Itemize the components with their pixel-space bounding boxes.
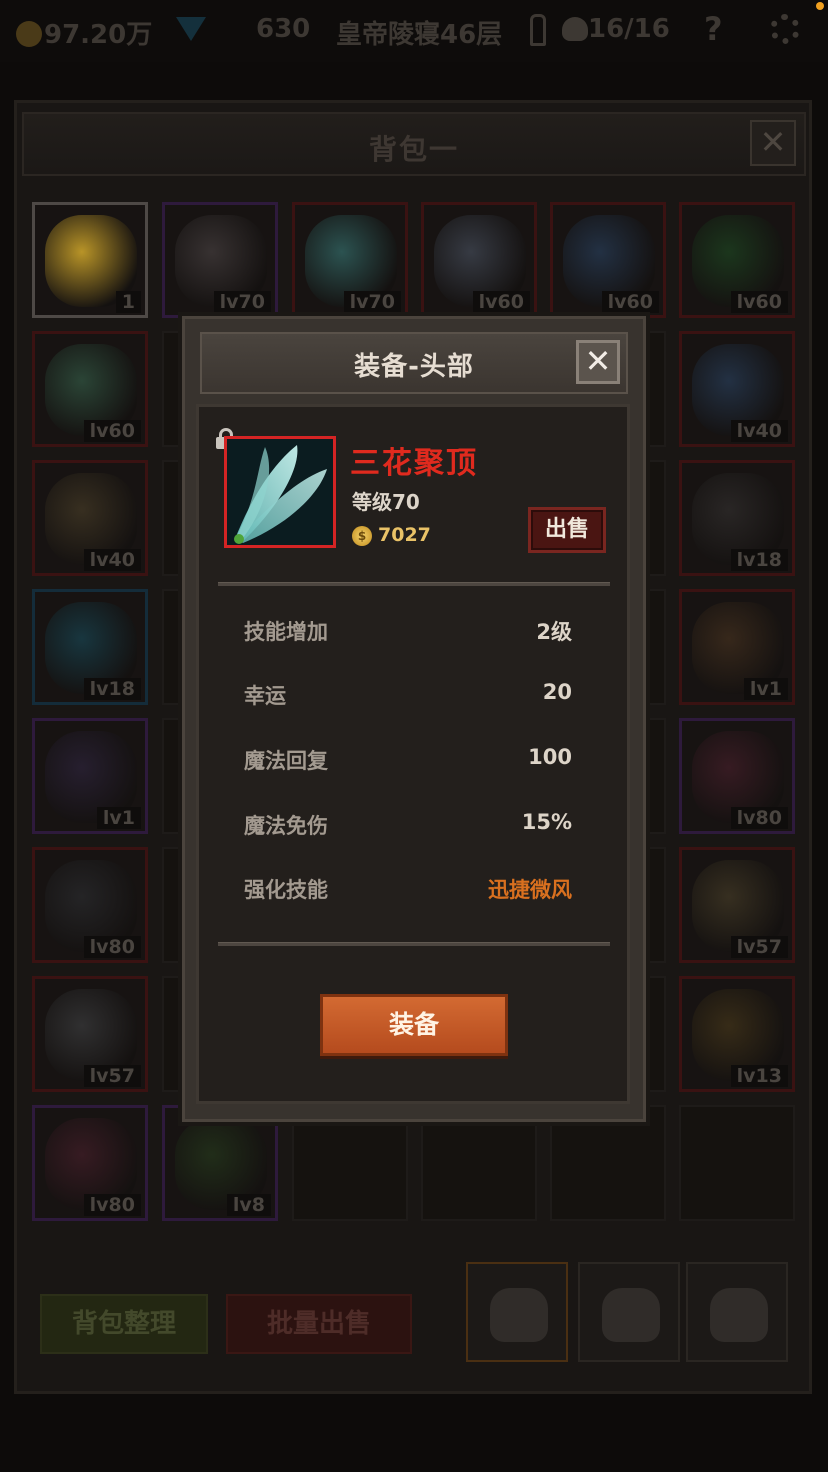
inventory-slot[interactable]: lv18 bbox=[679, 460, 795, 576]
inventory-slot[interactable]: lv1 bbox=[32, 718, 148, 834]
gold-coin-icon: $ bbox=[352, 526, 372, 546]
slot-level-label: lv80 bbox=[83, 1194, 141, 1216]
slot-level-label: lv60 bbox=[83, 420, 141, 442]
inventory-slot[interactable]: lv40 bbox=[679, 331, 795, 447]
gold-display: 97.20万 bbox=[16, 14, 152, 51]
slot-level-label: lv1 bbox=[96, 807, 141, 829]
inventory-slot[interactable]: lv80 bbox=[32, 1105, 148, 1221]
stat-value: 迅捷微风 bbox=[488, 878, 572, 902]
slot-level-label: lv60 bbox=[472, 291, 530, 313]
backpack-title: 背包一 bbox=[368, 133, 459, 166]
gold-amount: 97.20万 bbox=[44, 20, 153, 50]
equip-button[interactable]: 装备 bbox=[320, 994, 508, 1056]
inventory-slot[interactable]: lv60 bbox=[679, 202, 795, 318]
inventory-slot[interactable]: lv57 bbox=[32, 976, 148, 1092]
item-level: 等级70 bbox=[352, 490, 420, 514]
slot-level-label: lv8 bbox=[226, 1194, 271, 1216]
item-name: 三花聚顶 bbox=[350, 446, 478, 481]
bulk-sell-button[interactable]: 批量出售 bbox=[226, 1294, 412, 1354]
slot-level-label: lv57 bbox=[730, 936, 788, 958]
inventory-slot[interactable]: lv57 bbox=[679, 847, 795, 963]
feather-blades-icon bbox=[227, 439, 333, 545]
skull-icon bbox=[562, 17, 588, 41]
stat-value: 20 bbox=[542, 680, 572, 704]
stat-value: 100 bbox=[528, 745, 572, 769]
gem-icon bbox=[176, 17, 206, 41]
inventory-slot[interactable]: lv40 bbox=[32, 460, 148, 576]
backpack-title-bar: 背包一 bbox=[22, 112, 806, 176]
stat-value: 2级 bbox=[536, 620, 572, 644]
gem-display bbox=[176, 14, 206, 44]
inventory-slot[interactable]: lv60 bbox=[421, 202, 537, 318]
gem-amount: 630 bbox=[256, 14, 311, 44]
slot-level-label: lv60 bbox=[601, 291, 659, 313]
stat-label: 技能增加 bbox=[244, 620, 328, 644]
modal-title: 装备-头部 bbox=[354, 352, 474, 382]
slot-level-label: lv80 bbox=[83, 936, 141, 958]
backpack-close-button[interactable]: ✕ bbox=[750, 120, 796, 166]
bag-icon bbox=[490, 1288, 548, 1342]
bag-icon bbox=[602, 1288, 660, 1342]
gold-coin-icon bbox=[16, 21, 42, 47]
slot-level-label: lv18 bbox=[83, 678, 141, 700]
top-status-bar: 97.20万 630 皇帝陵寝46层 16/16 ? bbox=[0, 0, 828, 62]
inventory-slot-empty[interactable] bbox=[550, 1105, 666, 1221]
inventory-slot-empty[interactable] bbox=[421, 1105, 537, 1221]
notification-dot bbox=[816, 2, 824, 10]
slot-level-label: lv13 bbox=[730, 1065, 788, 1087]
inventory-slot[interactable]: lv18 bbox=[32, 589, 148, 705]
slot-level-label: lv57 bbox=[83, 1065, 141, 1087]
gear-icon bbox=[770, 14, 800, 44]
slot-level-label: lv40 bbox=[730, 420, 788, 442]
bag-icon bbox=[710, 1288, 768, 1342]
slot-level-label: lv70 bbox=[343, 291, 401, 313]
settings-button[interactable] bbox=[770, 14, 800, 51]
inventory-slot[interactable]: lv60 bbox=[32, 331, 148, 447]
stat-label: 幸运 bbox=[244, 684, 286, 708]
inventory-slot[interactable]: lv80 bbox=[679, 718, 795, 834]
sell-button[interactable]: 出售 bbox=[528, 507, 606, 553]
inventory-slot-empty[interactable] bbox=[292, 1105, 408, 1221]
slot-level-label: lv80 bbox=[730, 807, 788, 829]
divider-top bbox=[218, 582, 610, 586]
sort-backpack-button[interactable]: 背包整理 bbox=[40, 1294, 208, 1354]
stat-label: 魔法回复 bbox=[244, 749, 328, 773]
key-display bbox=[530, 14, 546, 49]
inventory-slot[interactable]: lv70 bbox=[292, 202, 408, 318]
inventory-slot[interactable]: lv13 bbox=[679, 976, 795, 1092]
slot-level-label: lv40 bbox=[83, 549, 141, 571]
inventory-slot[interactable]: lv70 bbox=[162, 202, 278, 318]
help-icon[interactable]: ? bbox=[704, 10, 723, 48]
divider-bottom bbox=[218, 942, 610, 946]
modal-close-button[interactable]: ✕ bbox=[576, 340, 620, 384]
dungeon-progress: 16/16 bbox=[588, 14, 670, 44]
inventory-slot[interactable]: lv8 bbox=[162, 1105, 278, 1221]
inventory-slot[interactable]: lv1 bbox=[679, 589, 795, 705]
stat-label: 魔法免伤 bbox=[244, 814, 328, 838]
inventory-slot[interactable]: lv80 bbox=[32, 847, 148, 963]
stat-label: 强化技能 bbox=[244, 878, 328, 902]
inventory-slot[interactable]: 1 bbox=[32, 202, 148, 318]
inventory-slot[interactable]: lv60 bbox=[550, 202, 666, 318]
item-icon-frame bbox=[224, 436, 336, 548]
bag-tab-1[interactable] bbox=[466, 1262, 568, 1362]
bag-tab-2[interactable] bbox=[578, 1262, 680, 1362]
slot-level-label: lv18 bbox=[730, 549, 788, 571]
item-sell-price: 7027 bbox=[378, 524, 431, 546]
slot-level-label: lv60 bbox=[730, 291, 788, 313]
skull-display: 16/16 bbox=[562, 14, 670, 44]
slot-level-label: lv1 bbox=[743, 678, 788, 700]
inventory-slot-empty[interactable] bbox=[679, 1105, 795, 1221]
slot-level-label: lv70 bbox=[213, 291, 271, 313]
bag-tab-3[interactable] bbox=[686, 1262, 788, 1362]
key-icon bbox=[530, 14, 546, 46]
location-label: 皇帝陵寝46层 bbox=[336, 20, 503, 50]
slot-level-label: 1 bbox=[115, 291, 141, 313]
stat-value: 15% bbox=[521, 810, 572, 834]
